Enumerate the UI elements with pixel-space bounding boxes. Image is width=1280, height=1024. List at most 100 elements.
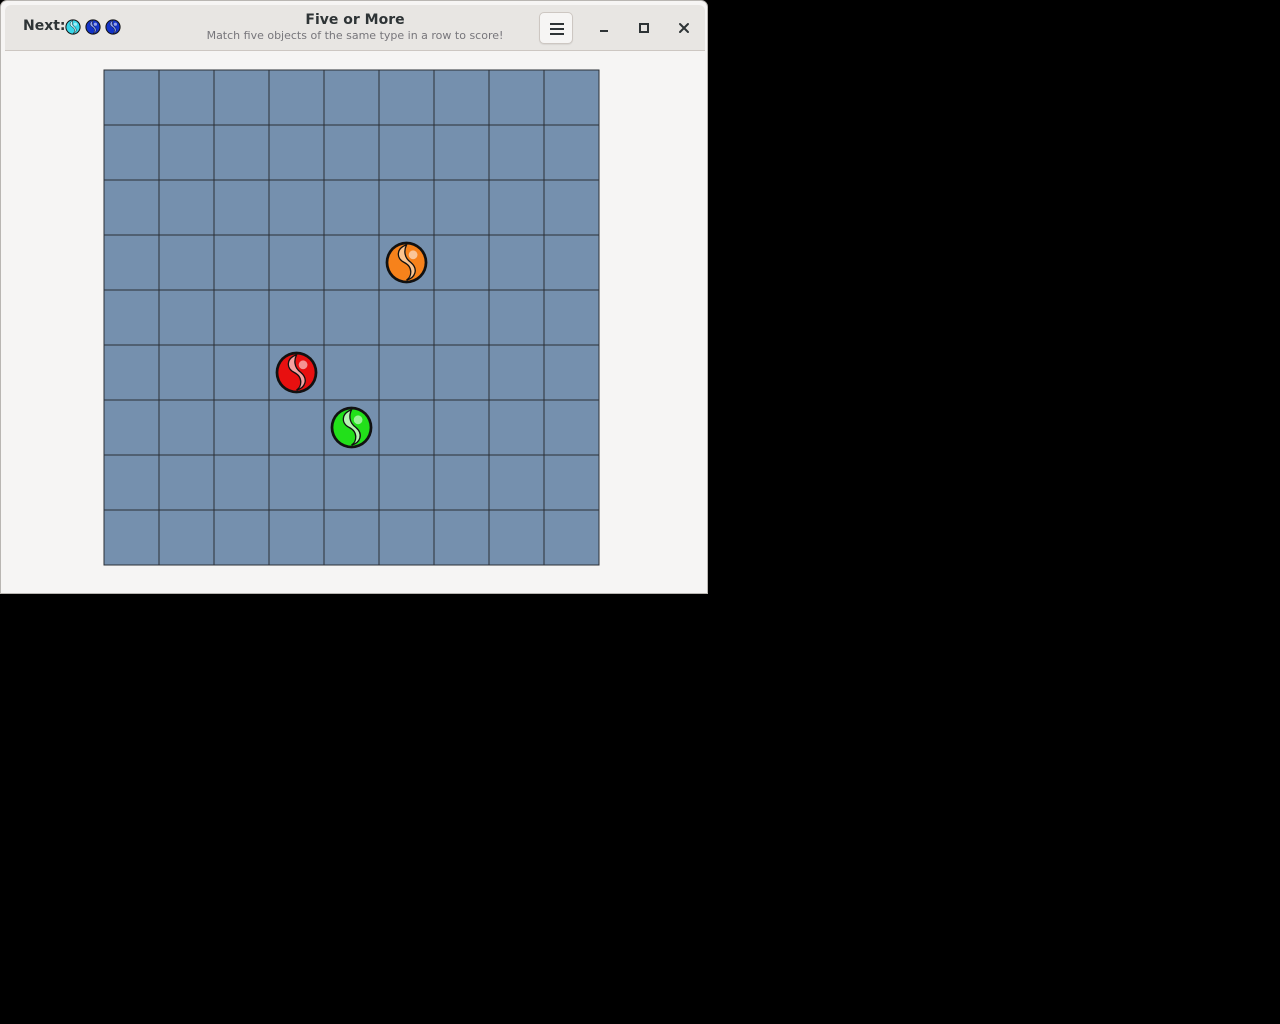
board-cell[interactable]: [268, 509, 325, 566]
board-cell[interactable]: [213, 69, 270, 126]
close-icon: [679, 23, 689, 33]
board-cell[interactable]: [268, 69, 325, 126]
board-cell[interactable]: [103, 344, 160, 401]
board-cell[interactable]: [488, 124, 545, 181]
ball-orange[interactable]: [385, 241, 428, 284]
board-cell[interactable]: [213, 399, 270, 456]
board-cell[interactable]: [158, 124, 215, 181]
board-cell[interactable]: [488, 179, 545, 236]
board-cell[interactable]: [488, 344, 545, 401]
window-title: Five or More: [305, 12, 405, 28]
next-ball-blue-icon: [85, 19, 101, 35]
board-cell[interactable]: [158, 344, 215, 401]
board-cell[interactable]: [378, 289, 435, 346]
board-cell[interactable]: [158, 509, 215, 566]
board-cell[interactable]: [433, 289, 490, 346]
board-cell[interactable]: [543, 509, 600, 566]
board-cell[interactable]: [158, 234, 215, 291]
board-cell[interactable]: [213, 179, 270, 236]
board-cell[interactable]: [323, 234, 380, 291]
board-cell[interactable]: [213, 124, 270, 181]
game-window: Next: Five or More Match five objects of…: [0, 0, 708, 594]
board-cell[interactable]: [488, 289, 545, 346]
board-cell[interactable]: [268, 179, 325, 236]
board-cell[interactable]: [543, 179, 600, 236]
board-cell[interactable]: [213, 454, 270, 511]
ball-red[interactable]: [275, 351, 318, 394]
board-cell[interactable]: [433, 179, 490, 236]
board-cell[interactable]: [103, 69, 160, 126]
board-cell[interactable]: [213, 344, 270, 401]
board-cell[interactable]: [213, 509, 270, 566]
minimize-icon: [600, 30, 608, 32]
board-cell[interactable]: [158, 69, 215, 126]
board-cell[interactable]: [433, 454, 490, 511]
board-cell[interactable]: [488, 399, 545, 456]
board-cell[interactable]: [268, 234, 325, 291]
board-cell[interactable]: [543, 234, 600, 291]
board-cell[interactable]: [103, 509, 160, 566]
board-cell[interactable]: [103, 289, 160, 346]
board-cell[interactable]: [433, 344, 490, 401]
board-cell[interactable]: [433, 124, 490, 181]
board-cell[interactable]: [488, 454, 545, 511]
board-cell[interactable]: [488, 509, 545, 566]
maximize-button[interactable]: [632, 16, 656, 40]
close-button[interactable]: [672, 16, 696, 40]
board-cell[interactable]: [543, 344, 600, 401]
board-cell[interactable]: [323, 509, 380, 566]
next-label: Next:: [23, 18, 66, 34]
board-cell[interactable]: [323, 179, 380, 236]
maximize-icon: [639, 23, 649, 33]
header-bar: Next: Five or More Match five objects of…: [5, 5, 705, 51]
board-cell[interactable]: [213, 234, 270, 291]
next-ball-blue-icon: [105, 19, 121, 35]
board-cell[interactable]: [323, 454, 380, 511]
hamburger-menu-icon: [550, 23, 564, 35]
board-cell[interactable]: [488, 234, 545, 291]
board-cell[interactable]: [103, 124, 160, 181]
board-cell[interactable]: [103, 454, 160, 511]
board-cell[interactable]: [543, 454, 600, 511]
board-cell[interactable]: [488, 69, 545, 126]
board-cell[interactable]: [378, 179, 435, 236]
board-cell[interactable]: [268, 289, 325, 346]
board-cell[interactable]: [433, 399, 490, 456]
board-cell[interactable]: [268, 454, 325, 511]
board-cell[interactable]: [378, 344, 435, 401]
board-cell[interactable]: [378, 124, 435, 181]
board-cell[interactable]: [103, 234, 160, 291]
minimize-button[interactable]: [592, 16, 616, 40]
board-cell[interactable]: [378, 454, 435, 511]
board-cell[interactable]: [323, 289, 380, 346]
board-cell[interactable]: [323, 344, 380, 401]
board-cell[interactable]: [378, 399, 435, 456]
board-cell[interactable]: [158, 399, 215, 456]
board-cell[interactable]: [543, 124, 600, 181]
board-cell[interactable]: [268, 399, 325, 456]
board-cell[interactable]: [378, 69, 435, 126]
window-subtitle: Match five objects of the same type in a…: [206, 29, 504, 42]
board-cell[interactable]: [103, 399, 160, 456]
next-ball-cyan-icon: [65, 19, 81, 35]
board-cell[interactable]: [323, 124, 380, 181]
ball-green[interactable]: [330, 406, 373, 449]
board-cell[interactable]: [213, 289, 270, 346]
board-cell[interactable]: [543, 69, 600, 126]
board-cell[interactable]: [433, 69, 490, 126]
board-cell[interactable]: [103, 179, 160, 236]
board-cell[interactable]: [268, 124, 325, 181]
menu-button[interactable]: [539, 12, 573, 44]
board-cell[interactable]: [433, 509, 490, 566]
board-cell[interactable]: [323, 69, 380, 126]
board-area: [5, 51, 705, 591]
board-cell[interactable]: [543, 289, 600, 346]
board-cell[interactable]: [158, 289, 215, 346]
board-cell[interactable]: [158, 454, 215, 511]
title-block: Five or More Match five objects of the s…: [155, 11, 555, 43]
board-cell[interactable]: [433, 234, 490, 291]
board-cell[interactable]: [158, 179, 215, 236]
board-cell[interactable]: [378, 509, 435, 566]
game-board[interactable]: [103, 69, 601, 567]
board-cell[interactable]: [543, 399, 600, 456]
